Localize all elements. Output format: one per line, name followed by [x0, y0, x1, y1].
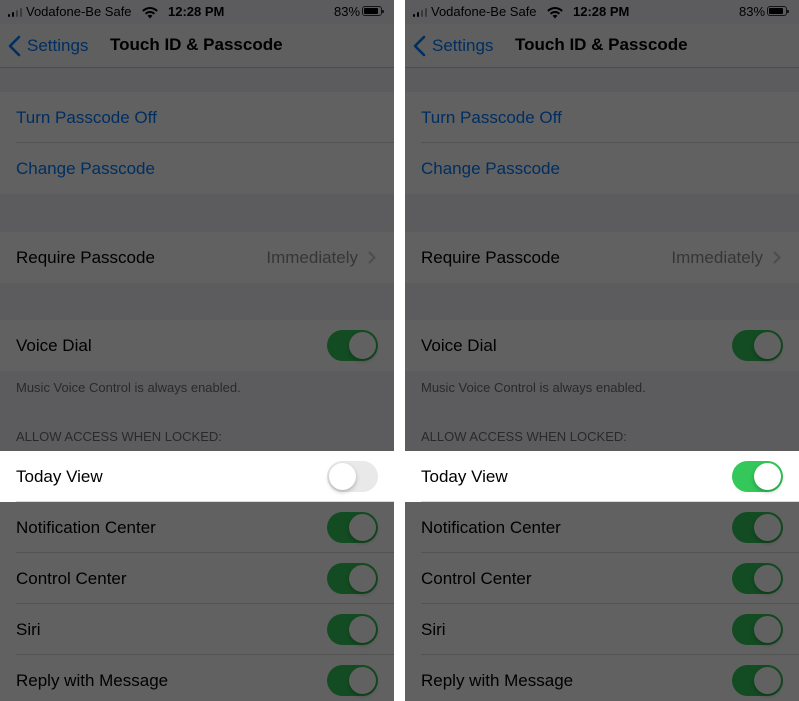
voice-dial-toggle[interactable]: [327, 330, 378, 361]
wifi-icon: [142, 7, 158, 19]
notification-center-label: Notification Center: [421, 518, 561, 537]
reply-with-message-toggle[interactable]: [327, 665, 378, 696]
control-center-row: Control Center: [405, 553, 799, 604]
locked-access-group: Today View Notification Center Control C…: [405, 451, 799, 701]
siri-toggle[interactable]: [732, 614, 783, 645]
today-view-label: Today View: [421, 467, 508, 486]
notification-center-toggle[interactable]: [327, 512, 378, 543]
require-passcode-row[interactable]: Require Passcode Immediately: [405, 232, 799, 283]
carrier-name: Vodafone-Be Safe: [26, 4, 132, 19]
chevron-right-icon: [368, 251, 376, 264]
control-center-toggle[interactable]: [732, 563, 783, 594]
voice-dial-row: Voice Dial: [405, 320, 799, 371]
control-center-label: Control Center: [421, 569, 532, 588]
turn-passcode-off-label: Turn Passcode Off: [421, 108, 562, 127]
battery-icon: [362, 6, 384, 16]
passcode-group: Turn Passcode Off Change Passcode: [0, 92, 394, 194]
change-passcode-label: Change Passcode: [421, 159, 560, 178]
change-passcode-button[interactable]: Change Passcode: [405, 143, 799, 194]
notification-center-label: Notification Center: [16, 518, 156, 537]
turn-passcode-off-button[interactable]: Turn Passcode Off: [405, 92, 799, 143]
control-center-label: Control Center: [16, 569, 127, 588]
turn-passcode-off-label: Turn Passcode Off: [16, 108, 157, 127]
voice-dial-group: Voice Dial: [405, 320, 799, 371]
allow-access-header: ALLOW ACCESS WHEN LOCKED:: [16, 429, 222, 444]
locked-access-group: Today View Notification Center Control C…: [0, 451, 394, 701]
page-title: Touch ID & Passcode: [110, 35, 283, 54]
voice-dial-label: Voice Dial: [421, 336, 497, 355]
wifi-icon: [547, 7, 563, 19]
page-title: Touch ID & Passcode: [515, 35, 688, 54]
status-time: 12:28 PM: [573, 4, 630, 19]
chevron-left-icon: [413, 35, 426, 57]
reply-with-message-label: Reply with Message: [421, 671, 574, 690]
today-view-toggle[interactable]: [732, 461, 783, 492]
battery-percent: 83%: [739, 4, 766, 19]
screenshot-before: Vodafone-Be Safe 12:28 PM 83% Settings T…: [0, 0, 394, 701]
require-passcode-value: Immediately: [266, 248, 358, 267]
voice-dial-toggle[interactable]: [732, 330, 783, 361]
voice-dial-group: Voice Dial: [0, 320, 394, 371]
voice-dial-footnote: Music Voice Control is always enabled.: [421, 380, 646, 395]
siri-toggle[interactable]: [327, 614, 378, 645]
allow-access-header: ALLOW ACCESS WHEN LOCKED:: [421, 429, 627, 444]
status-time: 12:28 PM: [168, 4, 225, 19]
require-passcode-group: Require Passcode Immediately: [405, 232, 799, 283]
notification-center-row: Notification Center: [405, 502, 799, 553]
battery-icon: [767, 6, 789, 16]
voice-dial-footnote: Music Voice Control is always enabled.: [16, 380, 241, 395]
reply-with-message-row: Reply with Message: [405, 655, 799, 701]
turn-passcode-off-button[interactable]: Turn Passcode Off: [0, 92, 394, 143]
require-passcode-row[interactable]: Require Passcode Immediately: [0, 232, 394, 283]
require-passcode-value: Immediately: [671, 248, 763, 267]
carrier-name: Vodafone-Be Safe: [431, 4, 537, 19]
navigation-bar: Settings Touch ID & Passcode: [405, 24, 799, 68]
voice-dial-label: Voice Dial: [16, 336, 92, 355]
require-passcode-group: Require Passcode Immediately: [0, 232, 394, 283]
back-button[interactable]: Settings: [413, 34, 493, 58]
cellular-signal-icon: [413, 8, 427, 17]
chevron-left-icon: [8, 35, 21, 57]
passcode-group: Turn Passcode Off Change Passcode: [405, 92, 799, 194]
require-passcode-label: Require Passcode: [16, 248, 155, 267]
control-center-row: Control Center: [0, 553, 394, 604]
voice-dial-row: Voice Dial: [0, 320, 394, 371]
reply-with-message-toggle[interactable]: [732, 665, 783, 696]
siri-row: Siri: [405, 604, 799, 655]
notification-center-toggle[interactable]: [732, 512, 783, 543]
require-passcode-label: Require Passcode: [421, 248, 560, 267]
notification-center-row: Notification Center: [0, 502, 394, 553]
navigation-bar: Settings Touch ID & Passcode: [0, 24, 394, 68]
status-bar: Vodafone-Be Safe 12:28 PM 83%: [0, 0, 394, 24]
siri-label: Siri: [421, 620, 446, 639]
status-bar: Vodafone-Be Safe 12:28 PM 83%: [405, 0, 799, 24]
change-passcode-button[interactable]: Change Passcode: [0, 143, 394, 194]
cellular-signal-icon: [8, 8, 22, 17]
control-center-toggle[interactable]: [327, 563, 378, 594]
reply-with-message-label: Reply with Message: [16, 671, 169, 690]
change-passcode-label: Change Passcode: [16, 159, 155, 178]
back-label: Settings: [27, 36, 89, 55]
today-view-label: Today View: [16, 467, 103, 486]
siri-row: Siri: [0, 604, 394, 655]
back-label: Settings: [432, 36, 494, 55]
siri-label: Siri: [16, 620, 41, 639]
chevron-right-icon: [773, 251, 781, 264]
reply-with-message-row: Reply with Message: [0, 655, 394, 701]
today-view-toggle[interactable]: [327, 461, 378, 492]
today-view-row: Today View: [0, 451, 394, 502]
battery-percent: 83%: [334, 4, 361, 19]
screenshot-after: Vodafone-Be Safe 12:28 PM 83% Settings T…: [405, 0, 799, 701]
today-view-row: Today View: [405, 451, 799, 502]
back-button[interactable]: Settings: [8, 34, 88, 58]
